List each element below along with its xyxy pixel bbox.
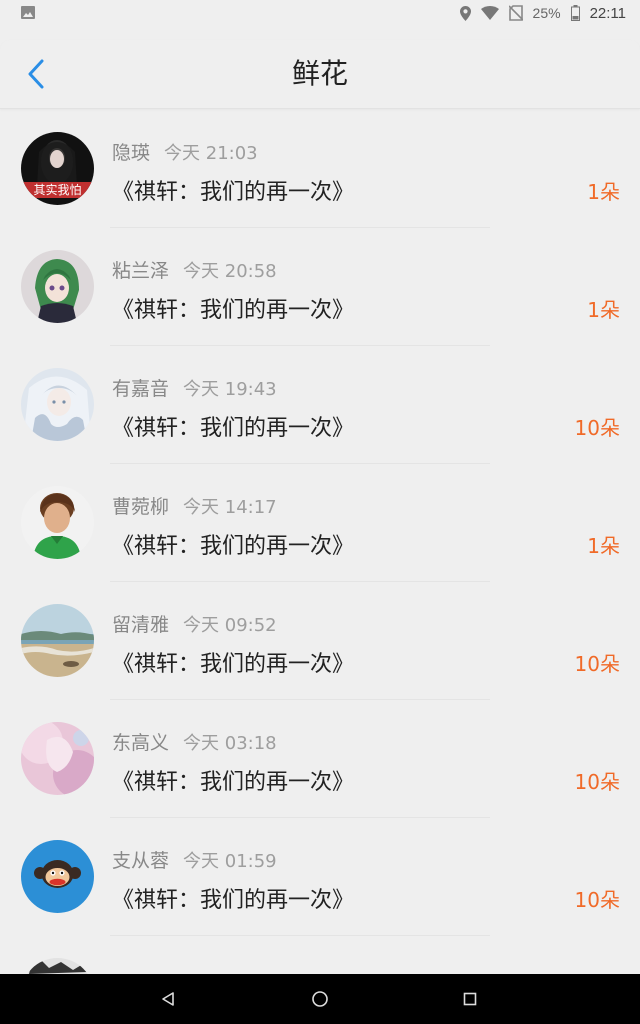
battery-percent: 25% bbox=[532, 5, 561, 21]
flower-count: 1朵 bbox=[587, 534, 620, 558]
timestamp: 今天 14:17 bbox=[183, 497, 277, 518]
avatar-image: 其实我怕 bbox=[21, 132, 94, 205]
timestamp: 今天 19:43 bbox=[183, 379, 277, 400]
flower-list: 其实我怕 隐瑛 今天 21:03 《祺轩：我们的再一次》 1朵 粘兰泽 今天 2… bbox=[0, 110, 640, 976]
avatar[interactable] bbox=[21, 486, 94, 559]
message-text: 《祺轩：我们的再一次》 bbox=[112, 652, 355, 677]
sender-name: 隐瑛 bbox=[112, 142, 151, 164]
flower-count: 1朵 bbox=[587, 180, 620, 204]
sender-name: 支从蓉 bbox=[112, 850, 170, 872]
list-item[interactable]: 支从蓉 今天 01:59 《祺轩：我们的再一次》 10朵 bbox=[0, 818, 640, 936]
avatar-caption: 其实我怕 bbox=[33, 182, 81, 197]
system-nav-bar bbox=[0, 974, 640, 1024]
message-text: 《祺轩：我们的再一次》 bbox=[112, 416, 355, 441]
list-item[interactable]: 曹菀柳 今天 14:17 《祺轩：我们的再一次》 1朵 bbox=[0, 464, 640, 582]
avatar-image bbox=[21, 368, 94, 441]
timestamp: 今天 20:58 bbox=[183, 261, 277, 282]
status-bar: 25% 22:11 bbox=[0, 0, 640, 26]
timestamp: 今天 01:59 bbox=[183, 851, 277, 872]
message-text: 《祺轩：我们的再一次》 bbox=[112, 298, 355, 323]
list-item[interactable]: 东高义 今天 03:18 《祺轩：我们的再一次》 10朵 bbox=[0, 700, 640, 818]
message-text: 《祺轩：我们的再一次》 bbox=[112, 888, 355, 913]
sender-name: 留清雅 bbox=[112, 614, 170, 636]
nav-back-button[interactable] bbox=[156, 987, 180, 1011]
avatar-image bbox=[21, 250, 94, 323]
avatar-image bbox=[21, 840, 94, 913]
avatar[interactable] bbox=[21, 604, 94, 677]
message-text: 《祺轩：我们的再一次》 bbox=[112, 770, 355, 795]
sender-name: 东高义 bbox=[112, 732, 170, 754]
avatar[interactable] bbox=[21, 250, 94, 323]
flower-count: 10朵 bbox=[574, 770, 620, 794]
avatar[interactable] bbox=[21, 722, 94, 795]
timestamp: 今天 09:52 bbox=[183, 615, 277, 636]
timestamp: 今天 03:18 bbox=[183, 733, 277, 754]
list-item[interactable]: 留清雅 今天 09:52 《祺轩：我们的再一次》 10朵 bbox=[0, 582, 640, 700]
avatar-image bbox=[21, 486, 94, 559]
avatar[interactable] bbox=[21, 368, 94, 441]
screen: 25% 22:11 鲜花 其实我怕 隐瑛 今天 21:03 《祺轩：我们的再一次… bbox=[0, 0, 640, 1024]
list-item[interactable]: 其实我怕 隐瑛 今天 21:03 《祺轩：我们的再一次》 1朵 bbox=[0, 110, 640, 228]
location-icon bbox=[459, 5, 471, 21]
flower-count: 10朵 bbox=[574, 888, 620, 912]
avatar[interactable] bbox=[21, 840, 94, 913]
sender-name: 有嘉音 bbox=[112, 378, 170, 400]
message-text: 《祺轩：我们的再一次》 bbox=[112, 534, 355, 559]
gallery-icon bbox=[21, 6, 35, 19]
sender-name: 粘兰泽 bbox=[112, 260, 170, 282]
avatar[interactable]: 其实我怕 bbox=[21, 132, 94, 205]
list-item-partial[interactable] bbox=[0, 936, 640, 976]
no-sim-icon bbox=[508, 5, 523, 21]
list-item[interactable]: 粘兰泽 今天 20:58 《祺轩：我们的再一次》 1朵 bbox=[0, 228, 640, 346]
flower-count: 1朵 bbox=[587, 298, 620, 322]
app-header: 鲜花 bbox=[0, 40, 640, 109]
battery-icon bbox=[570, 5, 580, 21]
avatar-image bbox=[21, 604, 94, 677]
flower-count: 10朵 bbox=[574, 652, 620, 676]
wifi-icon bbox=[480, 6, 499, 20]
nav-home-button[interactable] bbox=[308, 987, 332, 1011]
home-circle-icon bbox=[312, 991, 328, 1007]
avatar-image bbox=[21, 722, 94, 795]
back-triangle-icon bbox=[162, 992, 174, 1006]
message-text: 《祺轩：我们的再一次》 bbox=[112, 180, 355, 205]
flower-count: 10朵 bbox=[574, 416, 620, 440]
page-title: 鲜花 bbox=[291, 57, 348, 90]
sender-name: 曹菀柳 bbox=[112, 496, 170, 518]
list-item[interactable]: 有嘉音 今天 19:43 《祺轩：我们的再一次》 10朵 bbox=[0, 346, 640, 464]
timestamp: 今天 21:03 bbox=[164, 143, 258, 164]
recents-square-icon bbox=[463, 992, 477, 1006]
nav-recents-button[interactable] bbox=[458, 987, 482, 1011]
status-clock: 22:11 bbox=[589, 4, 626, 22]
